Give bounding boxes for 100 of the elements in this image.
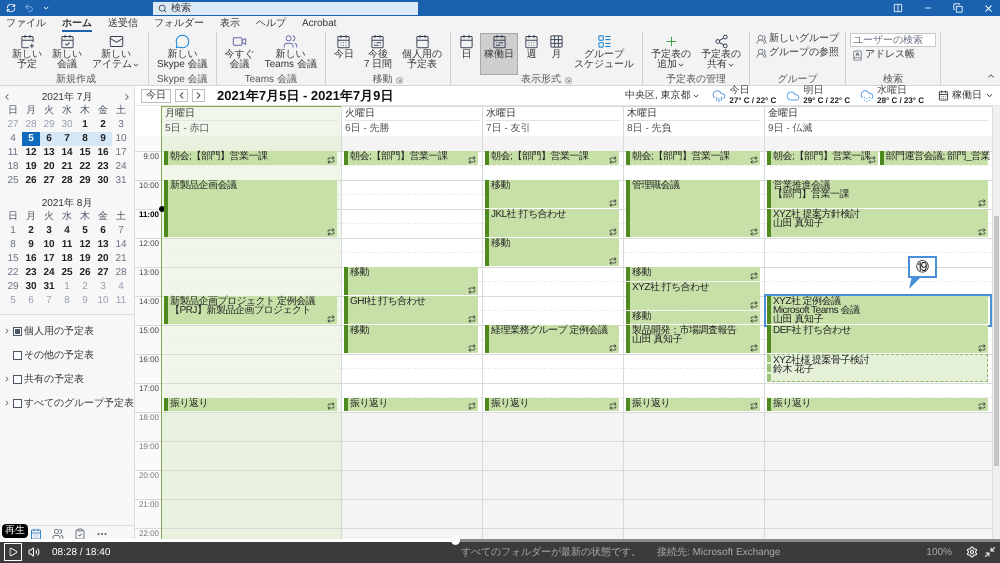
calendar-day[interactable]: 2: [22, 224, 40, 238]
ribbon-button[interactable]: 新しいグループ: [754, 33, 842, 45]
calendar-day[interactable]: 5: [76, 224, 94, 238]
ribbon-button[interactable]: 個人用の 予定表: [398, 33, 446, 75]
tasks-icon[interactable]: [74, 528, 86, 540]
calendar-day[interactable]: 13: [94, 238, 112, 252]
search-field[interactable]: ユーザーの検索: [850, 33, 936, 47]
calendar-group-item[interactable]: 共有の予定表: [0, 367, 134, 391]
day-column[interactable]: 朝会;【部門】営業一課 移動 GHI社 打ち合わせ 移動 振り返り: [342, 136, 482, 538]
location-dropdown[interactable]: 中央区, 東京都: [624, 88, 700, 103]
expand-icon[interactable]: [3, 375, 11, 383]
day-column[interactable]: 朝会;【部門】営業一課 新製品企画会議 新製品企画プロジェクト 定例会議 【PRJ】新製品企画プロジェクト 振り返り: [162, 136, 341, 538]
day-column[interactable]: 朝会;【部門】営業一課 管理職会議 移動 XYZ社 打ち合わせ 移動 製品開発：市場調査報告 山田 真知子 振り返り: [624, 136, 764, 538]
ribbon-tab[interactable]: 送受信: [108, 17, 138, 32]
close-icon[interactable]: [983, 2, 994, 14]
ribbon-button[interactable]: 新しい 会議: [48, 33, 86, 75]
calendar-day[interactable]: 9: [94, 132, 112, 146]
ribbon-tab[interactable]: ヘルプ: [256, 17, 286, 32]
calendar-event[interactable]: XYZ社 提案方針検討 山田 真知子: [767, 209, 988, 237]
calendar-day[interactable]: 11: [4, 146, 22, 160]
ribbon-button[interactable]: 週: [520, 33, 544, 75]
calendar-event[interactable]: 朝会;【部門】営業一課: [767, 151, 878, 164]
checkbox[interactable]: [13, 374, 22, 384]
calendar-event[interactable]: 部門運営会議; 部門_営業: [880, 151, 988, 164]
ribbon-button[interactable]: 予定表の 追加: [647, 33, 696, 75]
progress-thumb[interactable]: [451, 536, 460, 545]
next-icon[interactable]: [192, 89, 205, 102]
calendar-event[interactable]: 振り返り: [164, 398, 337, 411]
calendar-day[interactable]: 25: [4, 174, 22, 188]
checkbox[interactable]: [13, 350, 22, 360]
calendar-group-item[interactable]: その他の予定表: [0, 343, 134, 367]
calendar-day[interactable]: 17: [112, 146, 130, 160]
calendar-event[interactable]: 朝会;【部門】営業一課: [485, 151, 619, 164]
calendar-event[interactable]: 移動: [626, 310, 760, 324]
calendar-event[interactable]: 移動: [485, 238, 619, 266]
ribbon-button[interactable]: 新しい アイテム: [88, 33, 144, 75]
ribbon-tab[interactable]: ファイル: [6, 17, 46, 32]
calendar-day[interactable]: 7: [58, 132, 76, 146]
ribbon-button[interactable]: 今日: [330, 33, 358, 75]
calendar-day[interactable]: 26: [76, 266, 94, 280]
calendar-day[interactable]: 22: [4, 266, 22, 280]
calendar-event[interactable]: 経理業務グループ 定例会議: [485, 325, 619, 353]
caret-icon[interactable]: [42, 4, 50, 12]
calendar-day[interactable]: 25: [58, 266, 76, 280]
calendar-event[interactable]: XYZ社 打ち合わせ: [626, 282, 760, 310]
calendar-day[interactable]: 28: [58, 174, 76, 188]
calendar-event[interactable]: 移動: [626, 267, 760, 280]
calendar-day[interactable]: 28: [112, 266, 130, 280]
play-button[interactable]: [4, 543, 22, 561]
calendar-icon[interactable]: [30, 528, 42, 540]
calendar-event[interactable]: 移動: [485, 180, 619, 208]
progress-track[interactable]: [0, 539, 1000, 542]
calendar-day[interactable]: 7: [112, 224, 130, 238]
calendar-event[interactable]: JKL社 打ち合わせ: [485, 209, 619, 237]
calendar-day[interactable]: 12: [22, 146, 40, 160]
calendar-day[interactable]: 5: [22, 132, 40, 146]
ribbon-button[interactable]: 今すぐ 会議: [220, 33, 259, 75]
ribbon-button[interactable]: 日: [455, 33, 478, 75]
calendar-day[interactable]: 27: [94, 266, 112, 280]
calendar-day[interactable]: 20: [40, 160, 58, 174]
calendar-day[interactable]: 17: [40, 252, 58, 266]
expand-icon[interactable]: [3, 399, 11, 407]
ribbon-button[interactable]: 新しい 予定: [8, 33, 46, 75]
calendar-event[interactable]: 振り返り: [485, 398, 619, 411]
calendar-day[interactable]: 6: [94, 224, 112, 238]
calendar-event[interactable]: 新製品企画会議: [164, 180, 337, 237]
calendar-event[interactable]: 朝会;【部門】営業一課: [626, 151, 760, 164]
calendar-day[interactable]: 1: [76, 118, 94, 132]
sync-icon[interactable]: [6, 3, 16, 13]
calendar-day[interactable]: 1: [4, 224, 22, 238]
ribbon-tab[interactable]: フォルダー: [154, 17, 204, 32]
calendar-day[interactable]: 29: [4, 280, 22, 294]
calendar-event[interactable]: GHI社 打ち合わせ: [344, 296, 478, 324]
calendar-day[interactable]: 20: [94, 252, 112, 266]
calendar-event[interactable]: 移動: [344, 325, 478, 353]
previous-icon[interactable]: [175, 89, 188, 102]
checkbox[interactable]: [13, 398, 22, 408]
calendar-day[interactable]: 19: [22, 160, 40, 174]
calendar-day[interactable]: 9: [22, 238, 40, 252]
calendar-day[interactable]: 24: [112, 160, 130, 174]
calendar-day[interactable]: 3: [40, 224, 58, 238]
day-column[interactable]: 朝会;【部門】営業一課 部門運営会議; 部門_営業 営業推進会議 【部門】営業一課 XYZ社 提案方針検討 山田 真知子 XYZ社 定例会議 Microsoft Teams 会議 山田 真知子 ⑲ DEF社 打ち合わせ XYZ社様 提案骨子検討 鈴木 花子 振り返り: [765, 136, 992, 538]
calendar-day[interactable]: 23: [94, 160, 112, 174]
calendar-group-item[interactable]: 個人用の予定表: [0, 319, 134, 343]
search-field[interactable]: 検索: [153, 2, 418, 14]
calendar-event[interactable]: 朝会;【部門】営業一課: [164, 151, 337, 164]
calendar-event[interactable]: XYZ社様 提案骨子検討 鈴木 花子: [767, 354, 988, 382]
ribbon-button[interactable]: グループ スケジュール: [570, 33, 638, 75]
calendar-day[interactable]: 26: [22, 174, 40, 188]
calendar-day[interactable]: 27: [40, 174, 58, 188]
calendar-group-item[interactable]: すべてのグループ予定表: [0, 391, 134, 415]
calendar-day[interactable]: 10: [112, 132, 130, 146]
calendar-day[interactable]: 4: [4, 132, 22, 146]
ribbon-button[interactable]: 稼働日: [480, 33, 518, 75]
calendar-day[interactable]: 8: [76, 132, 94, 146]
calendar-day[interactable]: 18: [4, 160, 22, 174]
calendar-event[interactable]: 新製品企画プロジェクト 定例会議 【PRJ】新製品企画プロジェクト: [164, 296, 337, 324]
view-dropdown[interactable]: 稼働日: [938, 88, 994, 103]
calendar-day[interactable]: 22: [76, 160, 94, 174]
calendar-day[interactable]: 3: [112, 118, 130, 132]
